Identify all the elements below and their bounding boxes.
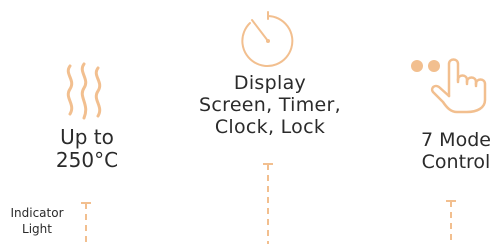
temperature-label-line-2: 250°C: [55, 148, 119, 172]
tap-hand-icon: [411, 58, 487, 114]
indicator-light-label-line-2: Light: [22, 222, 52, 237]
temperature-label: Up to 250°C: [32, 126, 142, 172]
mode-control-label-line-2: Control: [421, 150, 491, 173]
display-label: Display Screen, Timer, Clock, Lock: [170, 72, 370, 139]
temperature-label-line-1: Up to: [60, 125, 114, 149]
heat-waves-icon: [66, 62, 102, 120]
indicator-pointer-line: [81, 202, 91, 244]
feature-display: Display Screen, Timer, Clock, Lock: [170, 0, 370, 244]
display-label-line-2: Screen, Timer,: [199, 93, 341, 116]
mode-pointer-line: [446, 200, 456, 244]
indicator-light-label-line-1: Indicator: [10, 206, 64, 220]
feature-mode-control: 7 Mode Control: [395, 0, 504, 244]
display-pointer-line: [263, 163, 273, 244]
mode-control-label: 7 Mode Control: [401, 129, 504, 174]
indicator-light-label: Indicator Light: [0, 205, 74, 237]
mode-control-label-line-1: 7 Mode: [421, 129, 491, 151]
display-label-line-3: Clock, Lock: [214, 115, 326, 138]
feature-indicator-light: Indicator Light: [0, 195, 110, 244]
display-label-line-1: Display: [233, 72, 307, 94]
stopwatch-icon: [241, 11, 294, 67]
